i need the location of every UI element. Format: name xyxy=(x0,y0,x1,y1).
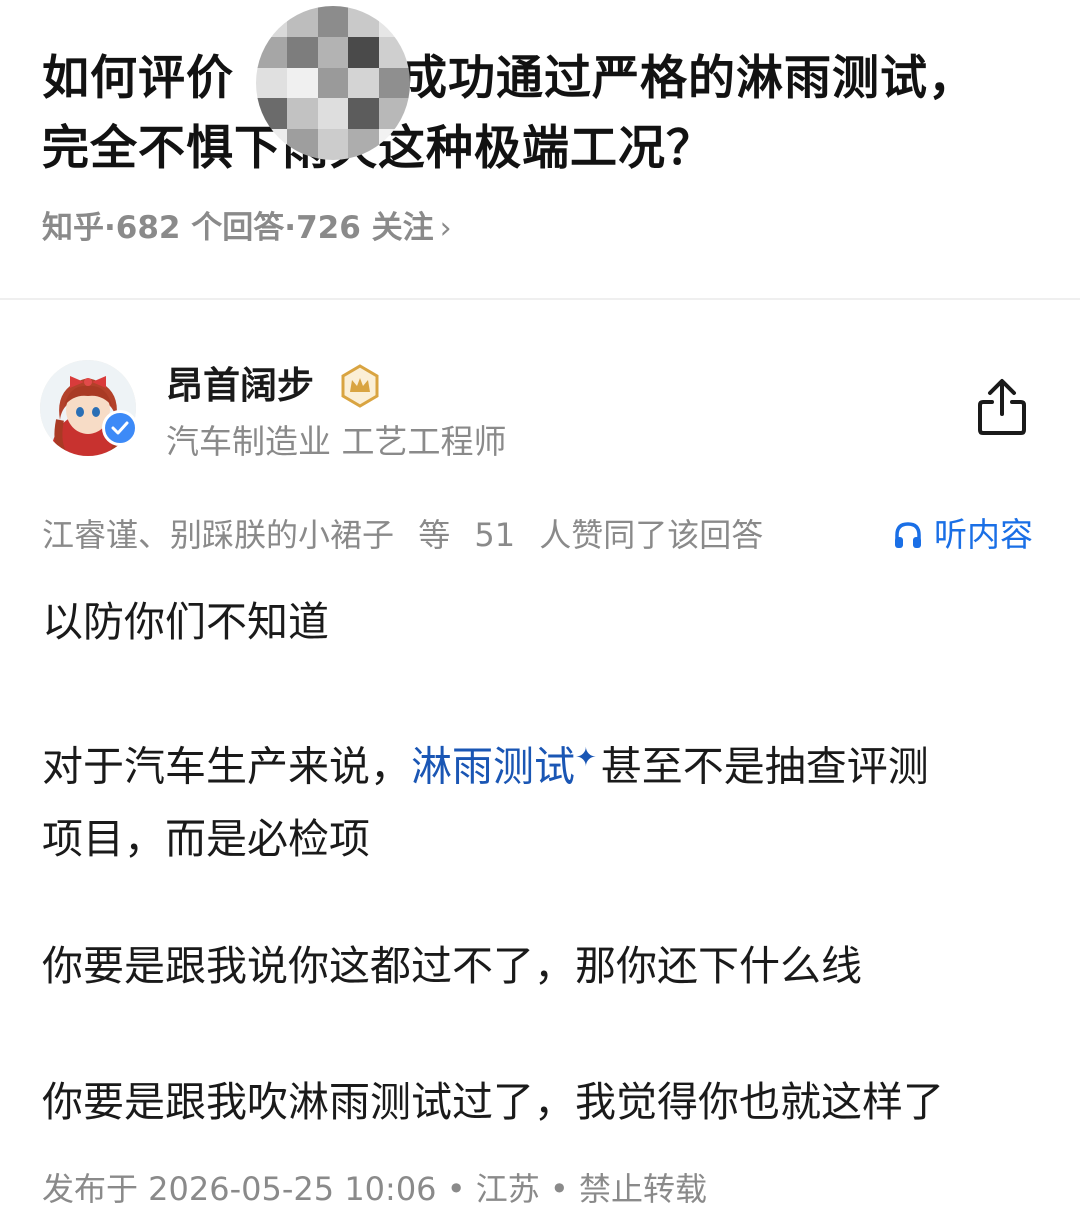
meta-separator: · xyxy=(284,210,297,246)
redaction-mosaic xyxy=(256,6,410,160)
chevron-right-icon: › xyxy=(439,211,452,246)
answer-paragraph-1: 以防你们不知道 xyxy=(42,598,329,646)
vote-count: 51 xyxy=(474,516,516,554)
meta-separator: · xyxy=(104,210,116,246)
upvote-summary[interactable]: 江睿谨、别踩朕的小裙子 等 51 人赞同了该回答 xyxy=(42,512,763,558)
author-description: 汽车制造业 工艺工程师 xyxy=(166,422,507,461)
check-icon xyxy=(111,421,129,435)
answers-count: 682 个回答 xyxy=(115,210,285,246)
publish-info: 发布于 2026-05-25 10:06 • 江苏 • 禁止转载 xyxy=(42,1170,707,1208)
voter-names: 江睿谨、别踩朕的小裙子 xyxy=(42,516,395,554)
answer-page: 如何评价 成功通过严格的淋雨测试， 完全不惧下雨天这种极端工况？ 知乎·682 个… xyxy=(0,0,1080,1229)
author-name[interactable]: 昂首阔步 xyxy=(166,360,314,412)
question-title-part-a: 如何评价 xyxy=(42,51,234,106)
followers-count: 726 关注 xyxy=(296,210,434,246)
question-title-part-b: 成功通过严格的淋雨测试， xyxy=(400,51,976,106)
crown-badge-icon xyxy=(341,364,379,408)
question-meta[interactable]: 知乎·682 个回答·726 关注 › xyxy=(42,206,452,251)
share-button[interactable] xyxy=(974,376,1030,440)
paragraph-2-text-b: 甚至不是抽查评测 xyxy=(600,742,929,791)
question-title-line-2: 完全不惧下雨天这种极端工况？ xyxy=(42,121,714,176)
question-title[interactable]: 如何评价 成功通过严格的淋雨测试， 完全不惧下雨天这种极端工况？ xyxy=(42,44,1042,184)
answer-paragraph-2: 对于汽车生产来说，淋雨测试✦甚至不是抽查评测 项目，而是必检项 xyxy=(42,722,1042,875)
listen-button[interactable]: 听内容 xyxy=(892,512,1033,558)
section-divider xyxy=(0,298,1080,300)
listen-label: 听内容 xyxy=(934,515,1033,554)
vote-count-prefix: 等 xyxy=(418,516,451,554)
rain-test-link[interactable]: 淋雨测试 xyxy=(411,743,575,791)
answer-paragraph-3: 你要是跟我说你这都过不了，那你还下什么线 xyxy=(42,942,862,990)
headphones-icon xyxy=(895,522,921,548)
share-icon xyxy=(978,379,1026,435)
vote-suffix: 人赞同了该回答 xyxy=(539,516,764,554)
verified-badge-icon xyxy=(102,410,138,446)
question-title-line-1: 如何评价 成功通过严格的淋雨测试， xyxy=(42,44,1042,114)
source-label: 知乎 xyxy=(42,210,104,246)
paragraph-2-text-c: 项目，而是必检项 xyxy=(42,814,370,863)
answer-paragraph-4: 你要是跟我吹淋雨测试过了，我觉得你也就这样了 xyxy=(42,1078,944,1126)
paragraph-2-text-a: 对于汽车生产来说， xyxy=(42,742,411,791)
sparkle-icon: ✦ xyxy=(575,743,597,773)
